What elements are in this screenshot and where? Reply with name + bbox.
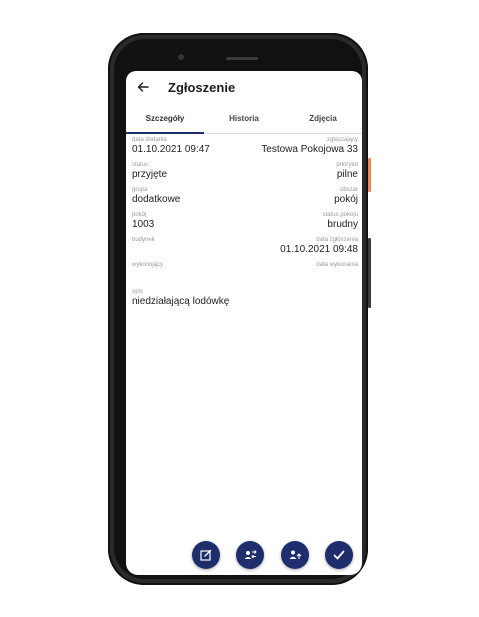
room-label: pokój (132, 212, 147, 218)
assignee-label: wykonujący (132, 262, 164, 268)
reporter-value: Testowa Pokojowa 33 (261, 144, 358, 155)
details-row: wykonujący data wykonania (132, 262, 358, 287)
report-date-value: 01.10.2021 09:48 (280, 244, 358, 255)
page-title: Zgłoszenie (168, 80, 236, 95)
reporter-label: zgłaszający (326, 137, 358, 143)
check-icon (333, 550, 345, 560)
edit-button[interactable] (192, 541, 220, 569)
volume-button (368, 238, 371, 308)
status-value: przyjęte (132, 169, 168, 180)
details-row: data dodania 01.10.2021 09:47 zgłaszając… (132, 137, 358, 162)
tab-photos[interactable]: Zdjęcia (284, 114, 362, 123)
arrow-left-icon[interactable] (136, 80, 150, 94)
report-date-label: data zgłoszenia (316, 237, 358, 243)
action-buttons (126, 541, 362, 571)
phone-frame: Zgłoszenie Szczegóły Historia Zdjęcia da… (108, 33, 371, 585)
earpiece-speaker (226, 57, 258, 60)
edit-note-icon (200, 549, 212, 561)
building-label: budynek (132, 237, 155, 243)
description-value: niedziałającą lodówkę (132, 296, 230, 307)
priority-value: pilne (336, 169, 358, 180)
reassign-button[interactable] (236, 541, 264, 569)
app-screen: Zgłoszenie Szczegóły Historia Zdjęcia da… (126, 71, 362, 575)
active-tab-indicator (126, 132, 204, 134)
power-button (368, 158, 371, 192)
area-label: obszar (339, 187, 358, 193)
complete-button[interactable] (325, 541, 353, 569)
details-row: pokój 1003 status pokoju brudny (132, 212, 358, 237)
group-value: dodatkowe (132, 194, 181, 205)
phone-bezel: Zgłoszenie Szczegóły Historia Zdjęcia da… (114, 39, 362, 579)
details-list: data dodania 01.10.2021 09:47 zgłaszając… (132, 137, 358, 287)
details-row: status przyjęte priorytet pilne (132, 162, 358, 187)
room-status-label: status pokoju (322, 212, 358, 218)
tab-bar: Szczegóły Historia Zdjęcia (126, 109, 362, 134)
description-label: opis (132, 289, 144, 295)
details-row: budynek data zgłoszenia 01.10.2021 09:48 (132, 237, 358, 262)
status-label: status (132, 162, 149, 168)
assign-button[interactable] (281, 541, 309, 569)
completion-date-label: data wykonania (316, 262, 358, 268)
date-added-value: 01.10.2021 09:47 (132, 144, 210, 155)
priority-label: priorytet (336, 162, 358, 168)
area-value: pokój (334, 194, 358, 205)
details-row: grupa dodatkowe obszar pokój (132, 187, 358, 212)
room-status-value: brudny (327, 219, 358, 230)
tab-history[interactable]: Historia (205, 114, 283, 123)
reassign-user-icon (244, 550, 257, 559)
tab-details[interactable]: Szczegóły (126, 114, 204, 123)
room-value: 1003 (132, 219, 155, 230)
description-block: opis niedziałającą lodówkę (132, 289, 229, 307)
front-camera (178, 54, 184, 60)
date-added-label: data dodania (132, 137, 167, 143)
app-bar: Zgłoszenie (126, 71, 362, 105)
group-label: grupa (132, 187, 148, 193)
user-upload-icon (289, 550, 302, 559)
